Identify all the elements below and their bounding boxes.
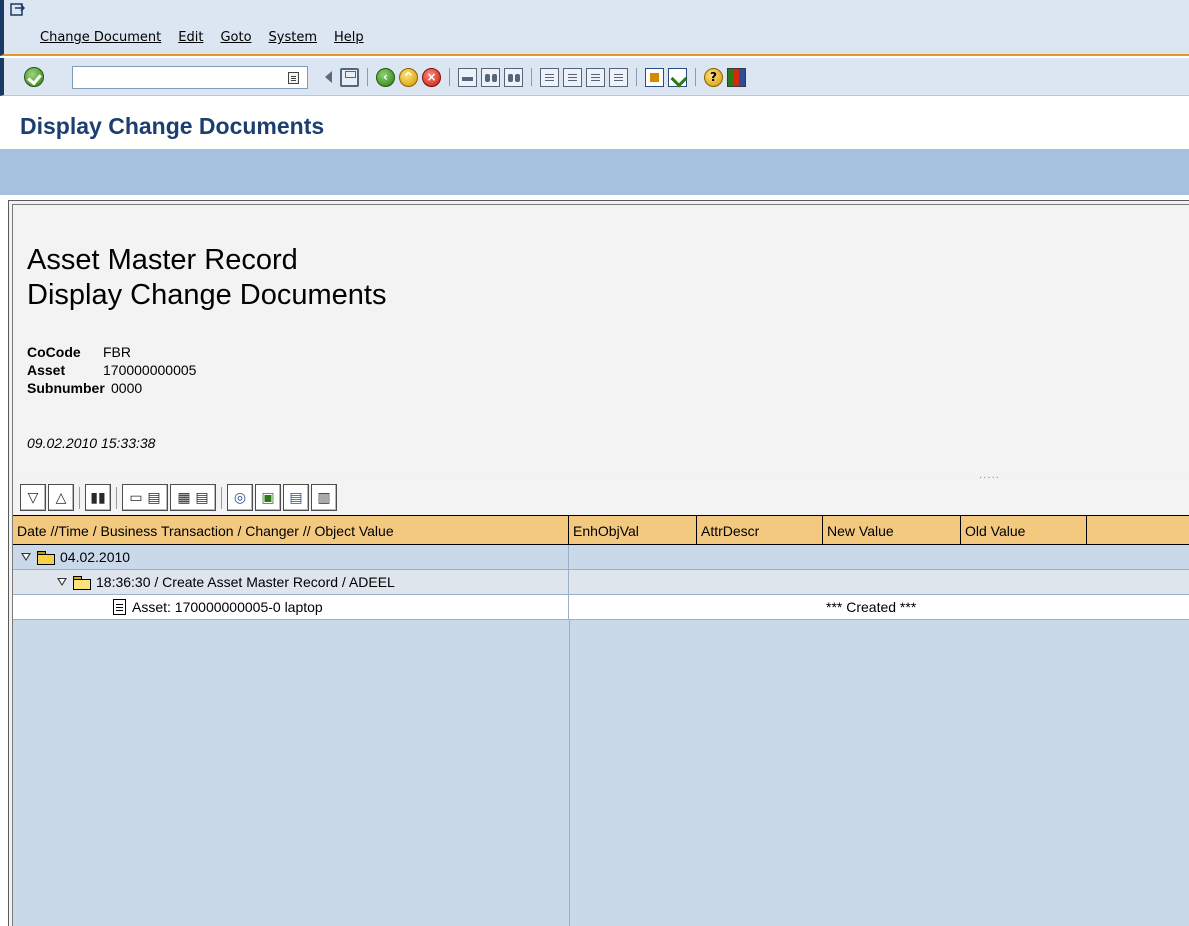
expand-triangle-icon[interactable] <box>57 578 67 586</box>
create-shortcut-icon[interactable] <box>668 67 687 87</box>
first-page-icon[interactable] <box>540 67 559 87</box>
toolbar-separator <box>367 68 368 86</box>
layout-icon[interactable]: ▦ ▤ <box>170 484 216 511</box>
menu-help[interactable]: Help <box>334 30 364 45</box>
print-icon[interactable] <box>458 67 477 87</box>
help-icon[interactable]: ? <box>704 67 723 87</box>
back-arrow-icon[interactable] <box>325 71 332 83</box>
alv-separator <box>221 486 222 509</box>
customize-layout-icon[interactable] <box>727 67 746 87</box>
cancel-icon[interactable]: × <box>422 67 441 87</box>
zoom-icon[interactable]: ◎ <box>227 484 253 511</box>
toolbar-icons: ‹ ^ × ? <box>319 67 746 87</box>
tree-cell: Asset: 170000000005-0 laptop <box>13 595 569 619</box>
column-header-empty <box>1087 516 1189 545</box>
alv-separator <box>79 486 80 509</box>
expand-icon[interactable]: ▽ <box>20 484 46 511</box>
tree-row-date[interactable]: 04.02.2010 <box>13 545 1189 570</box>
new-value-cell: *** Created *** <box>826 599 917 615</box>
field-value: FBR <box>103 344 131 360</box>
last-page-icon[interactable] <box>609 67 628 87</box>
tree-node-label: 04.02.2010 <box>60 549 131 565</box>
menu-goto[interactable]: Goto <box>220 30 251 45</box>
next-page-icon[interactable] <box>586 67 605 87</box>
main-container: Asset Master Record Display Change Docum… <box>8 200 1189 926</box>
column-icon[interactable]: ▥ <box>311 484 337 511</box>
tree-row-transaction[interactable]: 18:36:30 / Create Asset Master Record / … <box>13 570 1189 595</box>
field-value: 170000000005 <box>103 362 197 378</box>
expand-triangle-icon[interactable] <box>21 553 31 561</box>
application-toolbar <box>0 147 1189 195</box>
alv-separator <box>116 486 117 509</box>
tree-cell: 18:36:30 / Create Asset Master Record / … <box>13 570 569 594</box>
print-preview-icon[interactable]: ▭ ▤ <box>122 484 168 511</box>
header-fields: CoCode FBR Asset 170000000005 Subnumber … <box>27 343 196 397</box>
find-icon[interactable] <box>481 67 500 87</box>
column-header-enhobjval[interactable]: EnhObjVal <box>569 516 697 545</box>
column-divider <box>569 620 570 926</box>
field-label: Asset <box>27 362 66 378</box>
header-title-line1: Asset Master Record <box>27 244 298 276</box>
toolbar-separator <box>695 68 696 86</box>
tree-row-values <box>569 545 1189 569</box>
field-cocode: CoCode FBR <box>27 343 196 361</box>
tree-row-values: *** Created *** <box>569 595 1189 619</box>
folder-icon <box>73 575 91 590</box>
header-pane: Asset Master Record Display Change Docum… <box>13 205 1189 481</box>
field-subnumber: Subnumber 0000 <box>27 379 196 397</box>
menu-icon[interactable] <box>10 3 26 17</box>
timestamp: 09.02.2010 15:33:38 <box>27 435 156 451</box>
column-header-new-value[interactable]: New Value <box>823 516 961 545</box>
grid-header: Date //Time / Business Transaction / Cha… <box>13 515 1189 545</box>
field-label: Subnumber <box>27 380 105 396</box>
details-icon[interactable]: ▤ <box>283 484 309 511</box>
toolbar-separator <box>636 68 637 86</box>
previous-page-icon[interactable] <box>563 67 582 87</box>
title-bar: Display Change Documents <box>0 97 1189 147</box>
export-icon[interactable]: ▣ <box>255 484 281 511</box>
tree-row-values <box>569 570 1189 594</box>
field-asset: Asset 170000000005 <box>27 361 196 379</box>
collapse-icon[interactable]: △ <box>48 484 74 511</box>
tree-node-label: 18:36:30 / Create Asset Master Record / … <box>96 574 395 590</box>
menu-system[interactable]: System <box>269 30 317 45</box>
alv-toolbar: ▽ △ ▮▮ ▭ ▤ ▦ ▤ ◎ ▣ ▤ ▥ <box>13 479 1189 515</box>
header-title: Asset Master Record Display Change Docum… <box>27 243 386 313</box>
change-documents-grid: Date //Time / Business Transaction / Cha… <box>13 515 1189 926</box>
page-title: Display Change Documents <box>20 113 325 139</box>
column-header-date-time[interactable]: Date //Time / Business Transaction / Cha… <box>13 516 569 545</box>
save-icon[interactable] <box>340 67 359 87</box>
menu-change-document[interactable]: Change Document <box>40 30 161 45</box>
back-icon[interactable]: ‹ <box>376 67 395 87</box>
standard-toolbar: ‹ ^ × ? <box>0 58 1189 96</box>
header-title-line2: Display Change Documents <box>27 279 387 311</box>
menu-items: Change Document Edit Goto System Help <box>40 30 364 45</box>
exit-icon[interactable]: ^ <box>399 67 418 87</box>
command-field[interactable] <box>72 66 308 89</box>
toolbar-separator <box>449 68 450 86</box>
tree-row-object[interactable]: Asset: 170000000005-0 laptop *** Created… <box>13 595 1189 620</box>
document-icon <box>113 599 126 615</box>
dropdown-icon[interactable] <box>288 72 299 84</box>
open-folder-icon <box>37 550 55 565</box>
column-header-old-value[interactable]: Old Value <box>961 516 1087 545</box>
toolbar-separator <box>531 68 532 86</box>
tree-node-label: Asset: 170000000005-0 laptop <box>132 599 323 615</box>
tree-cell: 04.02.2010 <box>13 545 569 569</box>
column-header-attrdescr[interactable]: AttrDescr <box>697 516 823 545</box>
find-icon[interactable]: ▮▮ <box>85 484 111 511</box>
menu-bar: Change Document Edit Goto System Help <box>0 0 1189 56</box>
menu-edit[interactable]: Edit <box>178 30 203 45</box>
field-value: 0000 <box>111 380 143 396</box>
alv-icons: ▽ △ ▮▮ ▭ ▤ ▦ ▤ ◎ ▣ ▤ ▥ <box>20 484 339 511</box>
field-label: CoCode <box>27 344 81 360</box>
enter-icon[interactable] <box>24 67 44 87</box>
find-next-icon[interactable] <box>504 67 523 87</box>
create-session-icon[interactable] <box>645 67 664 87</box>
